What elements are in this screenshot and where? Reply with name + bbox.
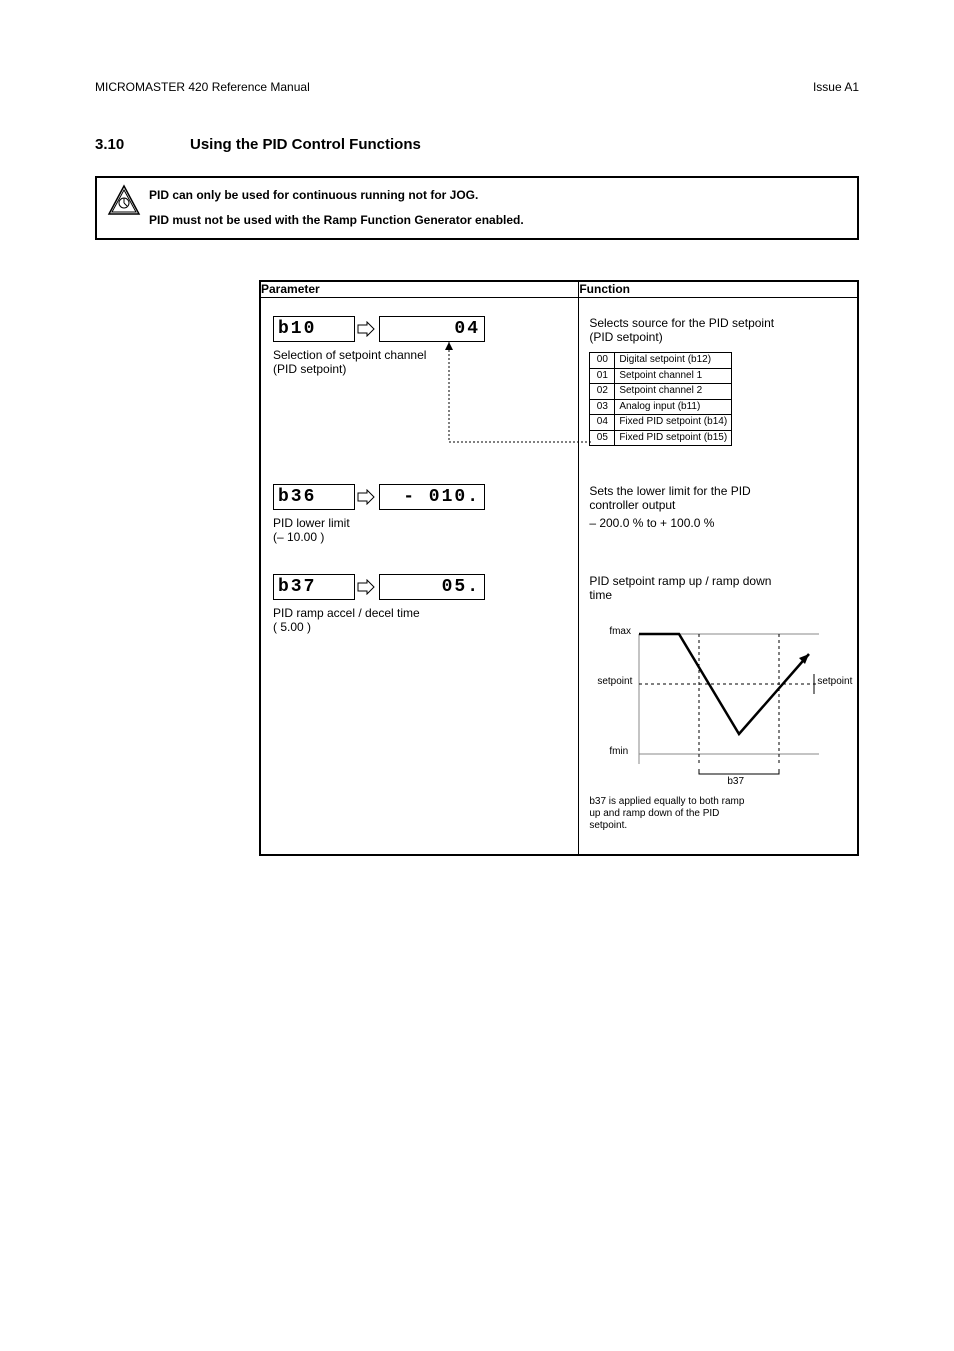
lcd-code-b36: b36 xyxy=(273,484,355,510)
b37-fn-2: time xyxy=(589,588,612,603)
b10-caption-1: Selection of setpoint channel xyxy=(273,348,426,363)
graph-xspan: b37 xyxy=(727,776,744,789)
lcd-val-b36: - 010. xyxy=(379,484,485,510)
b37-caption-2: ( 5.00 ) xyxy=(273,620,311,635)
note-line-1: PID can only be used for continuous runn… xyxy=(149,188,847,203)
note-box: PID can only be used for continuous runn… xyxy=(95,176,859,240)
graph-yline: setpoint xyxy=(597,676,632,689)
graph-caption-3: setpoint. xyxy=(589,820,627,833)
b36-fn-1: Sets the lower limit for the PID xyxy=(589,484,750,499)
header-right: Issue A1 xyxy=(813,80,859,95)
graph-caption-1: b37 is applied equally to both ramp xyxy=(589,796,744,809)
opt-row: 02Setpoint channel 2 xyxy=(590,384,732,400)
lcd-val-b37: 05. xyxy=(379,574,485,600)
lcd-val-b10: 04 xyxy=(379,316,485,342)
parameter-table: Parameter Function b10 04 Selection of s… xyxy=(259,280,859,856)
graph-ytop: fmax xyxy=(609,626,631,639)
arrow-icon xyxy=(357,575,377,599)
opt-row: 03Analog input (b11) xyxy=(590,399,732,415)
left-block: b10 04 Selection of setpoint channel (PI… xyxy=(261,298,578,854)
right-block: Selects source for the PID setpoint (PID… xyxy=(579,298,857,854)
b10-fn-2: (PID setpoint) xyxy=(589,330,662,345)
section-title: Using the PID Control Functions xyxy=(190,136,421,155)
arrow-icon xyxy=(357,317,377,341)
b36-caption-1: PID lower limit xyxy=(273,516,350,531)
b10-caption-2: (PID setpoint) xyxy=(273,362,346,377)
b10-fn-1: Selects source for the PID setpoint xyxy=(589,316,774,331)
lcd-row-b36: b36 - 010. xyxy=(273,484,485,510)
lcd-row-b10: b10 04 xyxy=(273,316,485,342)
b37-caption-1: PID ramp accel / decel time xyxy=(273,606,420,621)
arrow-icon xyxy=(357,485,377,509)
caution-icon xyxy=(105,182,143,220)
lcd-code-b10: b10 xyxy=(273,316,355,342)
opt-row: 04Fixed PID setpoint (b14) xyxy=(590,415,732,431)
graph-ybot: fmin xyxy=(609,746,628,759)
options-table: 00Digital setpoint (b12) 01Setpoint chan… xyxy=(589,352,732,446)
col-header-function: Function xyxy=(579,281,858,298)
note-line-2: PID must not be used with the Ramp Funct… xyxy=(149,213,847,228)
connector-line xyxy=(441,342,601,462)
col-header-parameter: Parameter xyxy=(260,281,579,298)
graph-side: setpoint xyxy=(817,676,852,689)
section-number: 3.10 xyxy=(95,136,124,155)
lcd-row-b37: b37 05. xyxy=(273,574,485,600)
b37-fn-1: PID setpoint ramp up / ramp down xyxy=(589,574,771,589)
graph-caption-2: up and ramp down of the PID xyxy=(589,808,719,821)
ramp-graph: fmax setpoint fmin b37 setpoint xyxy=(609,614,839,784)
lcd-code-b37: b37 xyxy=(273,574,355,600)
opt-row: 00Digital setpoint (b12) xyxy=(590,353,732,369)
b36-caption-2: (– 10.00 ) xyxy=(273,530,324,545)
b36-fn-2: controller output xyxy=(589,498,675,513)
opt-row: 05Fixed PID setpoint (b15) xyxy=(590,430,732,446)
opt-row: 01Setpoint channel 1 xyxy=(590,368,732,384)
header-left: MICROMASTER 420 Reference Manual xyxy=(95,80,310,95)
page: MICROMASTER 420 Reference Manual Issue A… xyxy=(0,0,954,1351)
b36-fn-3: – 200.0 % to + 100.0 % xyxy=(589,516,714,531)
